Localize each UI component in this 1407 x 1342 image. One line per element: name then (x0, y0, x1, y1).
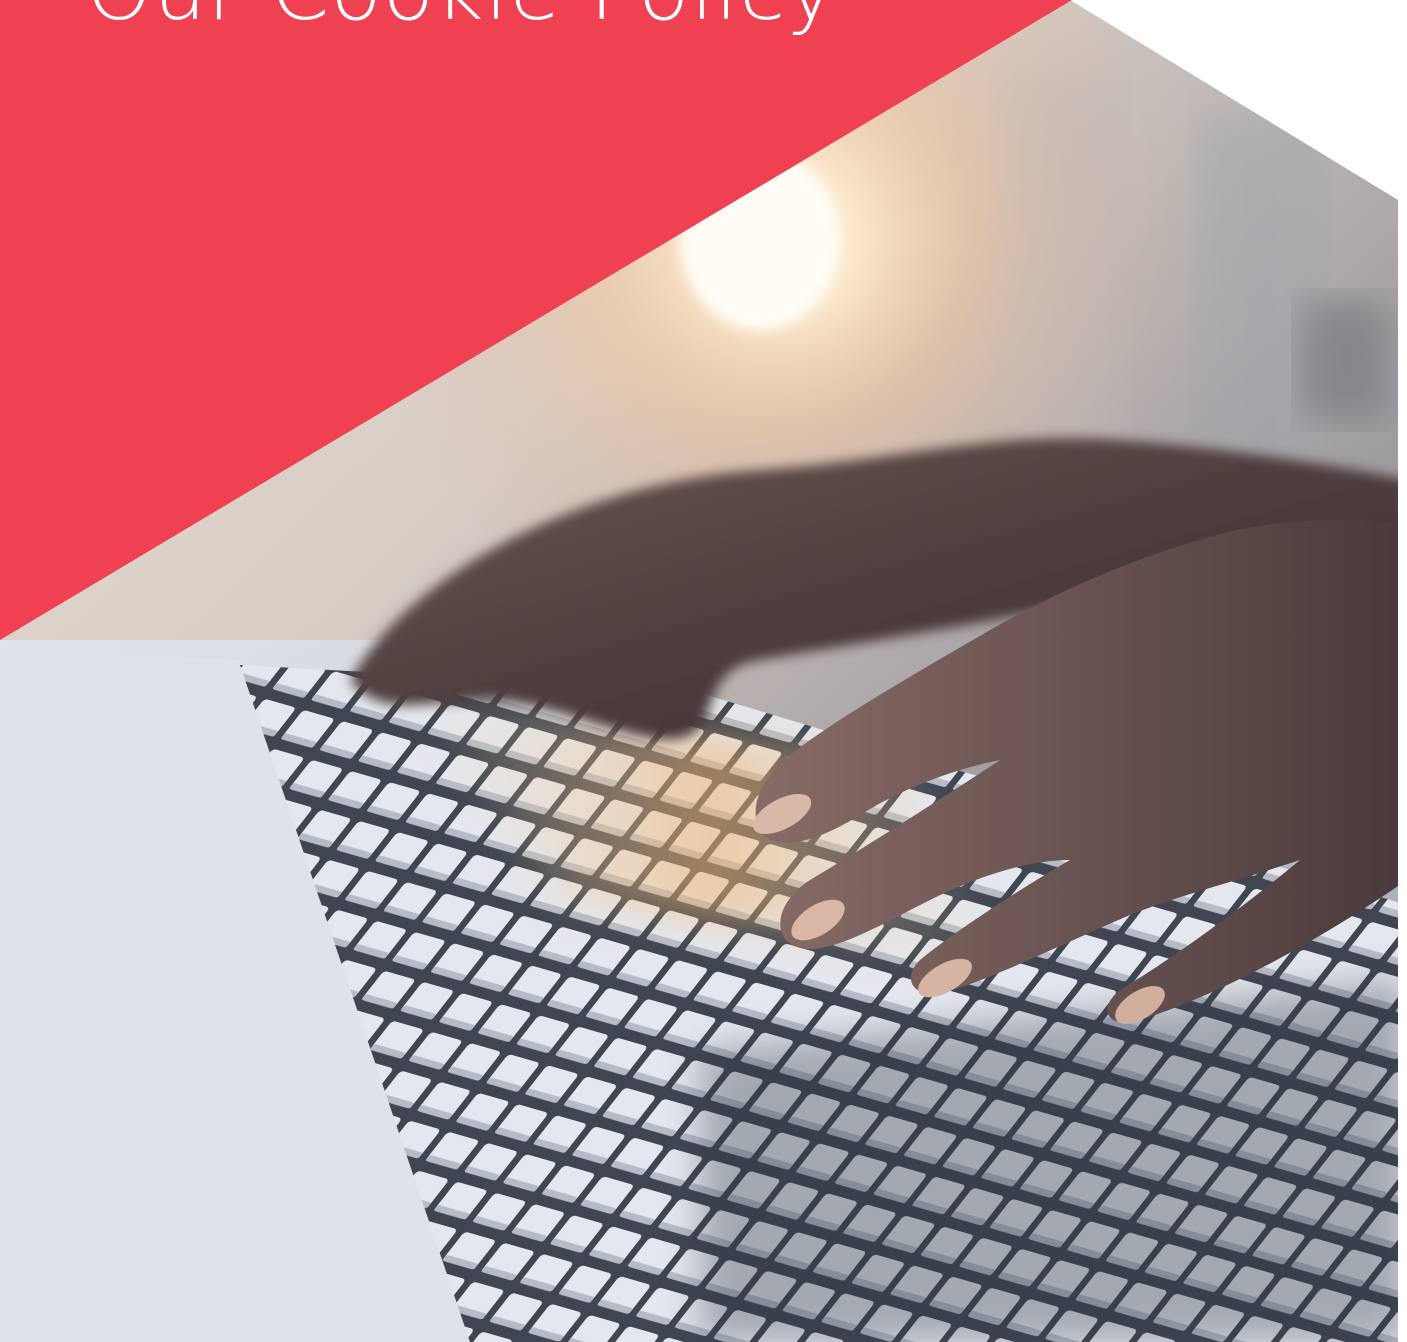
cookie-policy-cover-page: Our Cookie Policy (0, 0, 1407, 1342)
page-title: Our Cookie Policy (86, 0, 837, 32)
photo-icon (0, 0, 1398, 1342)
cover-photo (0, 0, 1407, 1342)
